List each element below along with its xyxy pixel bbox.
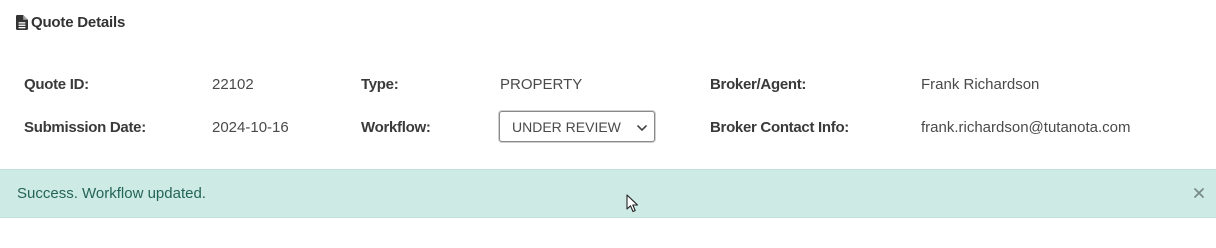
- close-icon[interactable]: [1191, 184, 1207, 202]
- quote-details-panel: Quote Details Quote ID: 22102 Type: PROP…: [0, 0, 1216, 248]
- section-title: Quote Details: [31, 13, 126, 31]
- workflow-label: Workflow:: [361, 119, 431, 136]
- type-label: Type:: [361, 76, 399, 93]
- section-header: Quote Details: [16, 11, 125, 33]
- broker-agent-value: Frank Richardson: [921, 76, 1040, 93]
- broker-contact-label: Broker Contact Info:: [710, 119, 850, 136]
- quote-id-value: 22102: [212, 76, 254, 93]
- file-icon: [16, 14, 28, 30]
- type-value: PROPERTY: [500, 76, 583, 93]
- broker-agent-label: Broker/Agent:: [710, 76, 807, 93]
- workflow-select[interactable]: UNDER REVIEW: [499, 111, 655, 142]
- alert-message: Success. Workflow updated.: [17, 185, 206, 202]
- broker-contact-value: frank.richardson@tutanota.com: [921, 119, 1131, 136]
- submission-date-label: Submission Date:: [24, 119, 146, 136]
- mouse-pointer-icon: [626, 194, 640, 214]
- success-alert: Success. Workflow updated.: [0, 169, 1216, 218]
- chevron-down-icon: [636, 121, 648, 133]
- quote-id-label: Quote ID:: [24, 76, 89, 93]
- workflow-select-value: UNDER REVIEW: [512, 118, 621, 135]
- submission-date-value: 2024-10-16: [212, 119, 289, 136]
